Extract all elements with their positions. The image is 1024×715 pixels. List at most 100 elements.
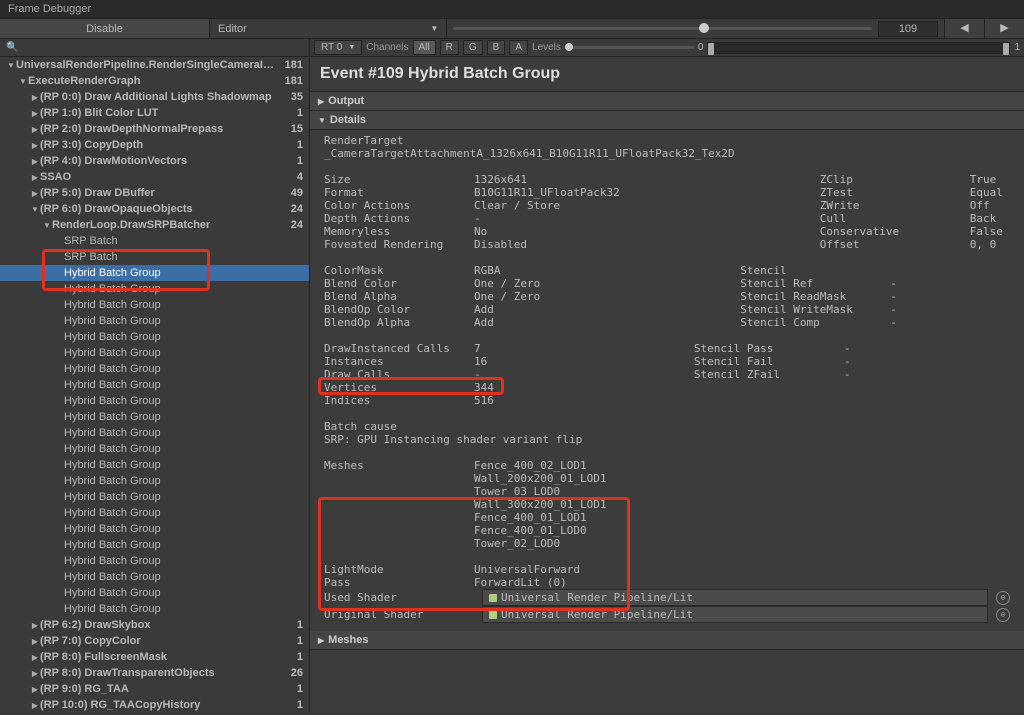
channel-a-button[interactable]: A: [509, 40, 528, 55]
tree-row[interactable]: Hybrid Batch Group: [0, 505, 309, 521]
tree-row[interactable]: Hybrid Batch Group: [0, 281, 309, 297]
tree-row-label: Hybrid Batch Group: [64, 363, 303, 375]
meshes-section-header[interactable]: ▶ Meshes: [310, 631, 1024, 650]
tree-row-label: Hybrid Batch Group: [64, 395, 303, 407]
channels-label: Channels: [366, 42, 408, 53]
tree-caret-icon: ▼: [42, 221, 52, 230]
tree-row[interactable]: ▶(RP 4:0) DrawMotionVectors1: [0, 153, 309, 169]
tree-row-label: Hybrid Batch Group: [64, 571, 303, 583]
tree-row[interactable]: ▶(RP 8:0) FullscreenMask1: [0, 649, 309, 665]
tree-row-label: (RP 10:0) RG_TAACopyHistory: [40, 699, 293, 711]
next-event-button[interactable]: ▶: [984, 19, 1024, 38]
search-icon: 🔍: [6, 42, 18, 53]
tree-row[interactable]: SRP Batch: [0, 233, 309, 249]
tree-caret-icon: ▶: [30, 109, 40, 118]
tree-row[interactable]: ▼ExecuteRenderGraph181: [0, 73, 309, 89]
channel-b-button[interactable]: B: [487, 40, 506, 55]
tree-row[interactable]: Hybrid Batch Group: [0, 585, 309, 601]
levels-min-slider[interactable]: [565, 42, 694, 54]
tree-caret-icon: ▼: [18, 77, 28, 86]
tree-row-count: 1: [293, 155, 303, 167]
tree-row-label: Hybrid Batch Group: [64, 523, 303, 535]
tree-row-count: 1: [293, 651, 303, 663]
tree-row[interactable]: Hybrid Batch Group: [0, 409, 309, 425]
tree-row[interactable]: SRP Batch: [0, 249, 309, 265]
tree-row[interactable]: ▶(RP 5:0) Draw DBuffer49: [0, 185, 309, 201]
tree-row[interactable]: Hybrid Batch Group: [0, 521, 309, 537]
rt-dropdown[interactable]: RT 0 ▼: [314, 40, 362, 55]
tree-row[interactable]: ▶(RP 1:0) Blit Color LUT1: [0, 105, 309, 121]
tree-row[interactable]: Hybrid Batch Group: [0, 265, 309, 281]
tree-row[interactable]: Hybrid Batch Group: [0, 569, 309, 585]
prev-event-button[interactable]: ◀: [944, 19, 984, 38]
tree-row[interactable]: ▼UniversalRenderPipeline.RenderSingleCam…: [0, 57, 309, 73]
tree-row[interactable]: Hybrid Batch Group: [0, 457, 309, 473]
tree-row[interactable]: Hybrid Batch Group: [0, 489, 309, 505]
tree-row[interactable]: Hybrid Batch Group: [0, 345, 309, 361]
tree-caret-icon: ▶: [30, 685, 40, 694]
event-tree[interactable]: ▼UniversalRenderPipeline.RenderSingleCam…: [0, 57, 309, 713]
tree-row[interactable]: Hybrid Batch Group: [0, 553, 309, 569]
event-number[interactable]: 109: [878, 21, 938, 37]
tree-row[interactable]: Hybrid Batch Group: [0, 377, 309, 393]
disable-button[interactable]: Disable: [0, 19, 210, 38]
tree-row-label: Hybrid Batch Group: [64, 331, 303, 343]
tree-row-count: 181: [281, 59, 303, 71]
tree-row[interactable]: Hybrid Batch Group: [0, 425, 309, 441]
target-icon[interactable]: ⊙: [996, 608, 1010, 622]
tree-row[interactable]: Hybrid Batch Group: [0, 393, 309, 409]
tree-row[interactable]: Hybrid Batch Group: [0, 441, 309, 457]
tree-row-label: (RP 4:0) DrawMotionVectors: [40, 155, 293, 167]
tree-row[interactable]: ▶(RP 3:0) CopyDepth1: [0, 137, 309, 153]
tree-row[interactable]: ▶(RP 0:0) Draw Additional Lights Shadowm…: [0, 89, 309, 105]
channel-g-button[interactable]: G: [463, 40, 483, 55]
tree-row-label: Hybrid Batch Group: [64, 315, 303, 327]
shader-field[interactable]: Universal Render Pipeline/Lit: [482, 589, 988, 606]
levels-marker-max[interactable]: [1003, 43, 1009, 55]
tree-row[interactable]: ▼(RP 6:0) DrawOpaqueObjects24: [0, 201, 309, 217]
tree-row[interactable]: Hybrid Batch Group: [0, 297, 309, 313]
tree-row-count: 1: [293, 139, 303, 151]
target-dropdown[interactable]: Editor ▼: [210, 19, 447, 38]
levels-bar[interactable]: [707, 42, 1010, 54]
tree-row[interactable]: ▶(RP 10:0) RG_TAACopyHistory1: [0, 697, 309, 713]
tree-row[interactable]: ▶(RP 7:0) CopyColor1: [0, 633, 309, 649]
tree-row[interactable]: Hybrid Batch Group: [0, 329, 309, 345]
tree-row[interactable]: Hybrid Batch Group: [0, 361, 309, 377]
tree-row-label: Hybrid Batch Group: [64, 347, 303, 359]
tree-caret-icon: ▶: [30, 653, 40, 662]
levels-marker-min[interactable]: [708, 43, 714, 55]
tree-row-count: 24: [287, 203, 303, 215]
tree-row[interactable]: ▶SSAO4: [0, 169, 309, 185]
tree-row[interactable]: Hybrid Batch Group: [0, 313, 309, 329]
output-section-header[interactable]: ▶ Output: [310, 92, 1024, 111]
tree-row-label: (RP 2:0) DrawDepthNormalPrepass: [40, 123, 287, 135]
output-label: Output: [328, 95, 364, 107]
details-section-header[interactable]: ▼ Details: [310, 111, 1024, 130]
tree-row[interactable]: ▼RenderLoop.DrawSRPBatcher24: [0, 217, 309, 233]
tree-row-label: Hybrid Batch Group: [64, 283, 303, 295]
tree-row-label: Hybrid Batch Group: [64, 459, 303, 471]
tree-row[interactable]: Hybrid Batch Group: [0, 537, 309, 553]
tree-caret-icon: ▶: [30, 621, 40, 630]
tree-row[interactable]: Hybrid Batch Group: [0, 601, 309, 617]
tree-row[interactable]: ▶(RP 6:2) DrawSkybox1: [0, 617, 309, 633]
search-bar[interactable]: 🔍: [0, 39, 309, 57]
tree-row-count: 26: [287, 667, 303, 679]
tree-row[interactable]: ▶(RP 8:0) DrawTransparentObjects26: [0, 665, 309, 681]
tree-row-count: 1: [293, 107, 303, 119]
chevron-down-icon: ▼: [430, 24, 438, 33]
main-toolbar: Disable Editor ▼ 109 ◀ ▶: [0, 19, 1024, 39]
details-body: RenderTarget_CameraTargetAttachmentA_132…: [310, 130, 1024, 631]
tree-row[interactable]: ▶(RP 2:0) DrawDepthNormalPrepass15: [0, 121, 309, 137]
tree-caret-icon: ▼: [6, 61, 16, 70]
shader-field[interactable]: Universal Render Pipeline/Lit: [482, 606, 988, 623]
tree-row-label: ExecuteRenderGraph: [28, 75, 281, 87]
levels-max-value: 1: [1014, 42, 1020, 53]
channel-r-button[interactable]: R: [440, 40, 459, 55]
channel-all-button[interactable]: All: [413, 40, 436, 55]
event-slider[interactable]: [453, 22, 872, 36]
target-icon[interactable]: ⊙: [996, 591, 1010, 605]
tree-row[interactable]: ▶(RP 9:0) RG_TAA1: [0, 681, 309, 697]
tree-row[interactable]: Hybrid Batch Group: [0, 473, 309, 489]
